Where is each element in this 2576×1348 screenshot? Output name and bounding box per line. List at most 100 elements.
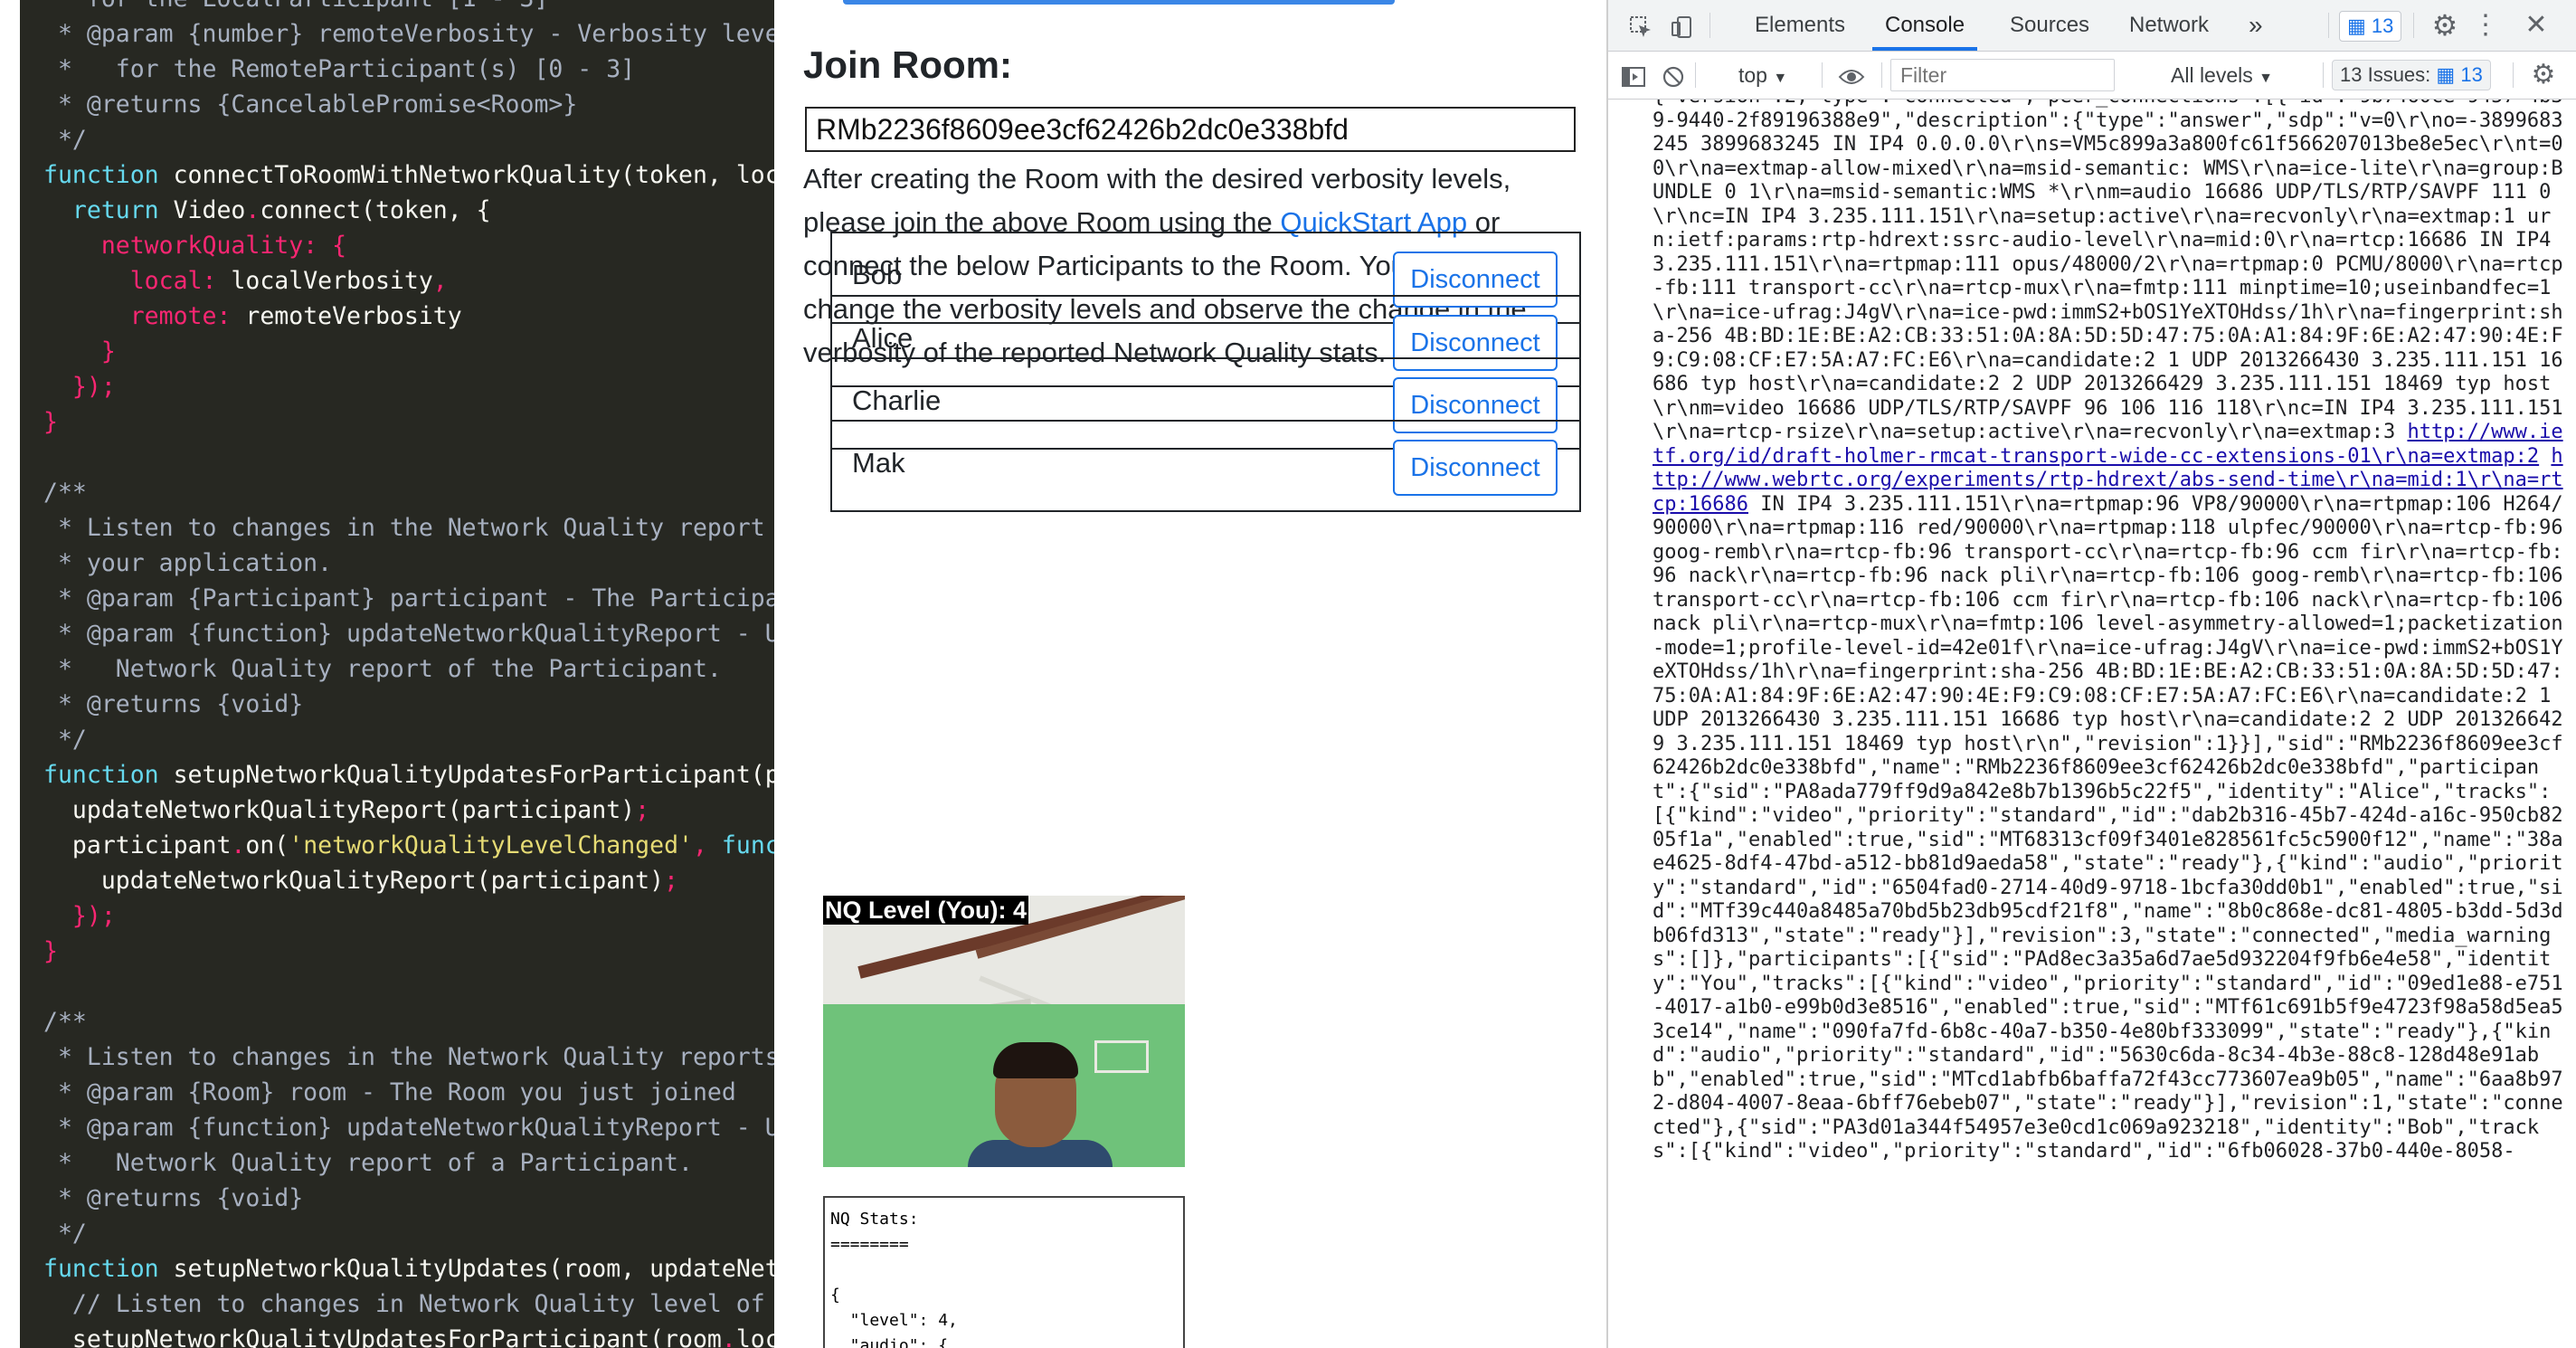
code-token: * Network Quality report of the Particip… bbox=[43, 655, 722, 683]
issues-counter[interactable]: 13 Issues: ▦ 13 bbox=[2332, 60, 2491, 90]
toolbar-divider bbox=[2513, 62, 2514, 88]
code-token: ; bbox=[664, 867, 679, 895]
local-video bbox=[823, 896, 1185, 1167]
code-editor[interactable]: for the LocalParticipant [1 - 3] * @para… bbox=[0, 0, 774, 1348]
code-token: setupNetworkQualityUpdatesForParticipant… bbox=[43, 1325, 722, 1348]
live-expression-eye-icon[interactable] bbox=[1829, 52, 1874, 99]
issues-badge[interactable]: ▦ 13 bbox=[2339, 11, 2402, 42]
code-token: participant bbox=[43, 831, 232, 859]
nq-stats-text: NQ Stats: ======== { "level": 4, "audio"… bbox=[830, 1210, 958, 1348]
code-token: local: bbox=[43, 267, 232, 295]
code-token: . bbox=[245, 196, 260, 224]
sidebar-toggle-icon[interactable] bbox=[1617, 52, 1650, 99]
code-token: * @returns {void} bbox=[43, 690, 304, 718]
code-line: * Network Quality report of the Particip… bbox=[43, 655, 722, 683]
code-token: * Network Quality report of a Participan… bbox=[43, 1149, 693, 1177]
code-token: remoteVerbosity bbox=[245, 302, 462, 330]
participant-name: Bob bbox=[852, 259, 903, 290]
code-line: * @param {Room} room - The Room you just… bbox=[43, 1078, 736, 1106]
dropdown-arrow-icon: ▼ bbox=[1773, 71, 1788, 86]
code-line: * Listen to changes in the Network Quali… bbox=[43, 1043, 774, 1071]
code-token: return bbox=[43, 196, 174, 224]
context-value: top bbox=[1738, 63, 1767, 87]
code-token: /** bbox=[43, 479, 87, 507]
log-levels-label: All levels bbox=[2171, 63, 2253, 87]
code-token: * Listen to changes in the Network Quali… bbox=[43, 1043, 774, 1071]
code-line: setupNetworkQualityUpdatesForParticipant… bbox=[43, 1325, 774, 1348]
code-token: . bbox=[721, 1325, 736, 1348]
tab-console[interactable]: Console bbox=[1872, 0, 1978, 51]
code-line: * Listen to changes in the Network Quali… bbox=[43, 514, 774, 542]
tab-sources[interactable]: Sources bbox=[2010, 0, 2089, 51]
devtools-panel: Elements Console Sources Network » ▦ 13 … bbox=[1606, 0, 2576, 1348]
page-title: Join Room: bbox=[803, 43, 1012, 86]
toolbar-divider bbox=[1709, 13, 1710, 38]
dropdown-arrow-icon: ▼ bbox=[2259, 71, 2273, 86]
log-levels-dropdown[interactable]: All levels ▼ bbox=[2171, 52, 2273, 102]
source-code: for the LocalParticipant [1 - 3] * @para… bbox=[43, 0, 774, 1348]
code-token: loca bbox=[735, 1325, 774, 1348]
console-output[interactable]: {"version":2,"type":"connected","peer_co… bbox=[1608, 100, 2576, 1348]
web-page: Join Room: RMb2236f8609ee3cf62426b2dc0e3… bbox=[774, 0, 1606, 1348]
code-token: connectToRoomWithNetworkQuality(token, l… bbox=[173, 161, 774, 189]
code-line: remote: remoteVerbosity bbox=[43, 302, 462, 330]
message-icon: ▦ bbox=[2436, 63, 2456, 86]
issues-badge-count: 13 bbox=[2371, 14, 2394, 37]
disconnect-button[interactable]: Disconnect bbox=[1393, 440, 1558, 496]
video-person-hair bbox=[993, 1042, 1078, 1078]
code-token: updateNetworkQualityReport(participant) bbox=[43, 796, 636, 824]
code-token: * @returns {void} bbox=[43, 1184, 304, 1212]
more-options-icon[interactable]: ⋮ bbox=[2469, 0, 2502, 51]
tab-network[interactable]: Network bbox=[2129, 0, 2209, 51]
clear-console-icon[interactable] bbox=[1657, 52, 1690, 99]
device-toolbar-icon[interactable] bbox=[1666, 0, 1699, 51]
code-token: */ bbox=[43, 126, 87, 154]
code-token: updateNetworkQualityReport(participant) bbox=[43, 867, 665, 895]
toolbar-divider bbox=[1822, 62, 1823, 88]
code-line: for the LocalParticipant [1 - 3] bbox=[43, 0, 549, 13]
code-token: }); bbox=[43, 902, 116, 930]
code-line: */ bbox=[43, 1220, 87, 1248]
settings-gear-icon[interactable]: ⚙ bbox=[2426, 0, 2464, 51]
code-token: function bbox=[43, 761, 174, 789]
code-line: } bbox=[43, 337, 116, 365]
tab-elements[interactable]: Elements bbox=[1755, 0, 1845, 51]
code-line: function connectToRoomWithNetworkQuality… bbox=[43, 161, 774, 189]
code-area[interactable]: for the LocalParticipant [1 - 3] * @para… bbox=[20, 0, 774, 1348]
code-line: */ bbox=[43, 126, 87, 154]
code-line: function setupNetworkQualityUpdatesForPa… bbox=[43, 761, 774, 789]
code-line: * @returns {void} bbox=[43, 1184, 303, 1212]
code-token: setupNetworkQualityUpdatesForParticipant… bbox=[173, 761, 774, 789]
context-selector[interactable]: top ▼ bbox=[1738, 52, 1787, 102]
code-token: } bbox=[43, 408, 58, 436]
code-line: }); bbox=[43, 902, 116, 930]
code-line: * for the RemoteParticipant(s) [0 - 3] bbox=[43, 55, 635, 83]
code-line: return Video.connect(token, { bbox=[43, 196, 491, 224]
devtools-tabbar: Elements Console Sources Network » ▦ 13 … bbox=[1608, 0, 2576, 52]
top-accent-bar bbox=[843, 0, 1395, 5]
code-token: * @param {function} updateNetworkQuality… bbox=[43, 1114, 774, 1142]
toolbar-divider bbox=[2328, 13, 2329, 38]
code-token: on( bbox=[245, 831, 289, 859]
code-token: function bbox=[43, 161, 174, 189]
inspect-element-icon[interactable] bbox=[1624, 0, 1657, 51]
more-tabs-icon[interactable]: » bbox=[2249, 0, 2263, 51]
code-token: for the LocalParticipant [1 - 3] bbox=[43, 0, 549, 13]
code-line: * @returns {CancelablePromise<Room>} bbox=[43, 90, 577, 119]
code-token: localVerbosity bbox=[231, 267, 433, 295]
code-line: // Listen to changes in Network Quality … bbox=[43, 1290, 774, 1318]
code-token: function bbox=[43, 1255, 174, 1283]
console-toolbar: top ▼ All levels ▼ 13 Issues: ▦ 13 ⚙ bbox=[1608, 52, 2576, 100]
code-token: 'networkQualityLevelChanged' bbox=[289, 831, 693, 859]
close-icon[interactable]: ✕ bbox=[2518, 0, 2554, 51]
code-line: /** bbox=[43, 1008, 87, 1036]
code-token: // Listen to changes in Network Quality … bbox=[43, 1290, 774, 1318]
code-token: networkQuality: { bbox=[43, 232, 347, 260]
console-filter-input[interactable] bbox=[1890, 59, 2115, 91]
console-settings-gear-icon[interactable]: ⚙ bbox=[2524, 52, 2563, 99]
room-sid-field[interactable]: RMb2236f8609ee3cf62426b2dc0e338bfd bbox=[805, 107, 1576, 152]
code-line: updateNetworkQualityReport(participant); bbox=[43, 796, 649, 824]
nq-stats-panel: NQ Stats: ======== { "level": 4, "audio"… bbox=[823, 1196, 1185, 1348]
code-token: , bbox=[432, 267, 448, 295]
